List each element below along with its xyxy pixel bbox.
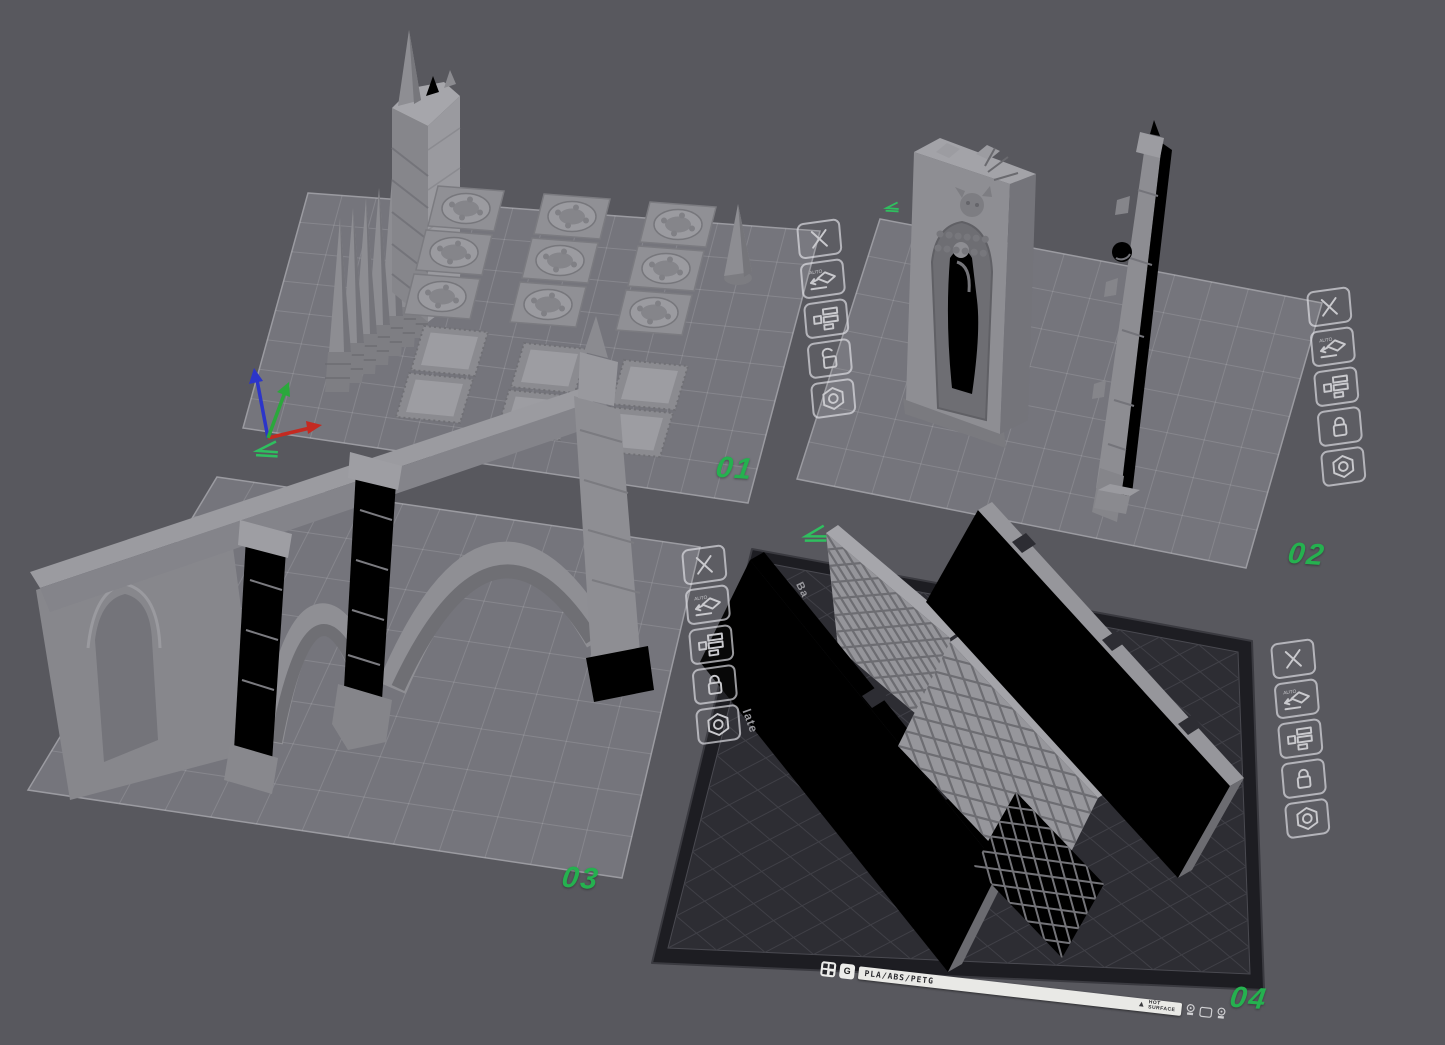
auto-orient-plate-icon[interactable]: AUTO — [799, 258, 846, 300]
delete-plate-icon[interactable] — [681, 544, 728, 586]
arrange-plate-icon[interactable] — [1313, 366, 1360, 408]
plate-settings-icon[interactable] — [1284, 797, 1331, 839]
plate-settings-icon[interactable] — [1320, 445, 1367, 487]
model-statue-relief-slab[interactable] — [903, 138, 1036, 448]
warning-triangle-icon: ▲ — [1137, 1000, 1146, 1009]
plate-origin-arrow-1 — [254, 441, 278, 460]
auto-orient-plate-icon[interactable]: AUTO — [1309, 326, 1356, 368]
filament-spool-icon — [1185, 1004, 1196, 1017]
plate-number-label: 03 — [560, 861, 602, 897]
filament-spool-icon-2 — [1216, 1007, 1227, 1020]
plate-number-label: 02 — [1286, 537, 1328, 573]
slicer-3d-viewport[interactable]: Ba late G PLA/ABS/PETG ▲ HOT SURFACE — [0, 0, 1445, 1045]
lock-plate-icon[interactable] — [806, 338, 853, 380]
hot-surface-warning: ▲ HOT SURFACE — [1137, 999, 1176, 1013]
arrange-plate-icon[interactable] — [803, 298, 850, 340]
delete-plate-icon[interactable] — [1306, 286, 1353, 328]
plate-shape-icon — [1199, 1006, 1213, 1018]
plate-origin-arrow-4 — [802, 526, 827, 546]
delete-plate-icon[interactable] — [1270, 638, 1317, 680]
model-rosette-tile-strips[interactable] — [404, 186, 716, 335]
qr-code-icon — [820, 960, 837, 977]
plate-origin-arrow-2 — [885, 202, 900, 213]
brand-mark-icon: G — [839, 963, 856, 980]
build-plates-scene — [0, 0, 1445, 1045]
delete-plate-icon[interactable] — [796, 218, 843, 260]
plate-feature-icons — [1185, 1004, 1227, 1021]
lock-plate-icon[interactable] — [1316, 406, 1363, 448]
plate-settings-icon[interactable] — [695, 703, 742, 745]
arrange-plate-icon[interactable] — [1277, 718, 1324, 760]
arrange-plate-icon[interactable] — [688, 624, 735, 666]
material-compatibility-label: PLA/ABS/PETG — [864, 968, 934, 985]
auto-orient-plate-icon[interactable]: AUTO — [684, 584, 731, 626]
lock-plate-icon[interactable] — [1280, 758, 1327, 800]
plate-number-label: 01 — [714, 451, 756, 487]
plate-settings-icon[interactable] — [810, 377, 857, 419]
build-plate-2[interactable] — [797, 219, 1322, 568]
auto-orient-plate-icon[interactable]: AUTO — [1273, 678, 1320, 720]
plate-number-label: 04 — [1228, 981, 1270, 1017]
lock-plate-icon[interactable] — [691, 664, 738, 706]
